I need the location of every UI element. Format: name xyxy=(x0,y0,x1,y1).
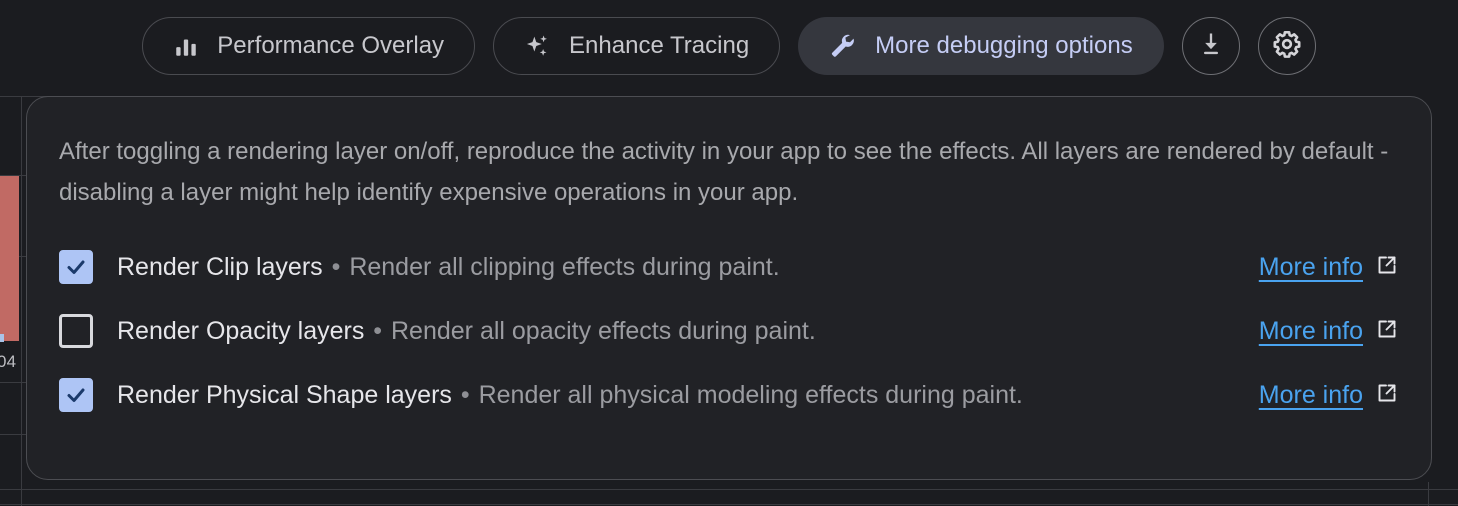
chart-bar-accent xyxy=(0,334,4,342)
more-info-link[interactable]: More info xyxy=(1259,317,1399,346)
settings-button[interactable] xyxy=(1257,17,1316,75)
option-row-render-opacity-layers[interactable]: Render Opacity layers • Render all opaci… xyxy=(59,299,1399,363)
more-info-label: More info xyxy=(1258,380,1363,409)
render-physical-shape-layers-checkbox[interactable] xyxy=(59,378,93,412)
bar-chart-icon xyxy=(173,33,199,59)
option-row-render-clip-layers[interactable]: Render Clip layers • Render all clipping… xyxy=(59,235,1399,299)
option-title: Render Opacity layers xyxy=(117,316,365,345)
grid-line xyxy=(21,96,22,506)
more-info-label: More info xyxy=(1258,252,1363,281)
more-info-label: More info xyxy=(1258,316,1363,345)
external-link-icon xyxy=(1375,381,1399,410)
axis-tick-label: 04 xyxy=(0,352,17,371)
option-title: Render Clip layers xyxy=(117,252,323,281)
option-row-render-physical-shape-layers[interactable]: Render Physical Shape layers • Render al… xyxy=(59,363,1399,427)
gear-icon xyxy=(1272,29,1302,64)
option-subtitle: Render all opacity effects during paint. xyxy=(391,316,816,345)
checkmark-icon xyxy=(67,260,85,274)
download-icon xyxy=(1197,30,1225,63)
enhance-tracing-button[interactable]: Enhance Tracing xyxy=(493,17,781,75)
more-info-link[interactable]: More info xyxy=(1259,253,1399,282)
debug-toolbar: Performance Overlay Enhance Tracing More… xyxy=(0,0,1458,92)
grid-line xyxy=(0,382,26,383)
grid-line xyxy=(1428,482,1429,506)
more-info-link[interactable]: More info xyxy=(1259,381,1399,410)
more-debugging-options-button[interactable]: More debugging options xyxy=(798,17,1164,75)
option-text: Render Physical Shape layers • Render al… xyxy=(117,381,1023,410)
option-text: Render Clip layers • Render all clipping… xyxy=(117,253,780,282)
option-separator: • xyxy=(460,380,470,409)
option-text: Render Opacity layers • Render all opaci… xyxy=(117,317,816,346)
wrench-icon xyxy=(829,32,857,60)
grid-line xyxy=(0,504,1458,505)
panel-description: After toggling a rendering layer on/off,… xyxy=(59,138,1389,206)
more-debugging-options-label: More debugging options xyxy=(875,32,1133,59)
performance-overlay-label: Performance Overlay xyxy=(217,32,445,59)
grid-line xyxy=(0,434,26,435)
external-link-icon xyxy=(1375,253,1399,282)
option-separator: • xyxy=(331,252,341,281)
checkmark-icon xyxy=(67,388,85,402)
render-clip-layers-checkbox[interactable] xyxy=(59,250,93,284)
enhance-tracing-label: Enhance Tracing xyxy=(569,32,750,59)
performance-overlay-button[interactable]: Performance Overlay xyxy=(142,17,476,75)
external-link-icon xyxy=(1375,317,1399,346)
sparkles-icon xyxy=(524,33,551,60)
option-separator: • xyxy=(373,316,383,345)
grid-line xyxy=(0,489,1458,490)
more-debugging-options-panel: After toggling a rendering layer on/off,… xyxy=(26,96,1432,480)
option-subtitle: Render all clipping effects during paint… xyxy=(349,252,780,281)
render-opacity-layers-checkbox[interactable] xyxy=(59,314,93,348)
chart-bar xyxy=(0,176,19,341)
option-title: Render Physical Shape layers xyxy=(117,380,452,409)
download-button[interactable] xyxy=(1181,17,1240,75)
option-subtitle: Render all physical modeling effects dur… xyxy=(478,380,1023,409)
